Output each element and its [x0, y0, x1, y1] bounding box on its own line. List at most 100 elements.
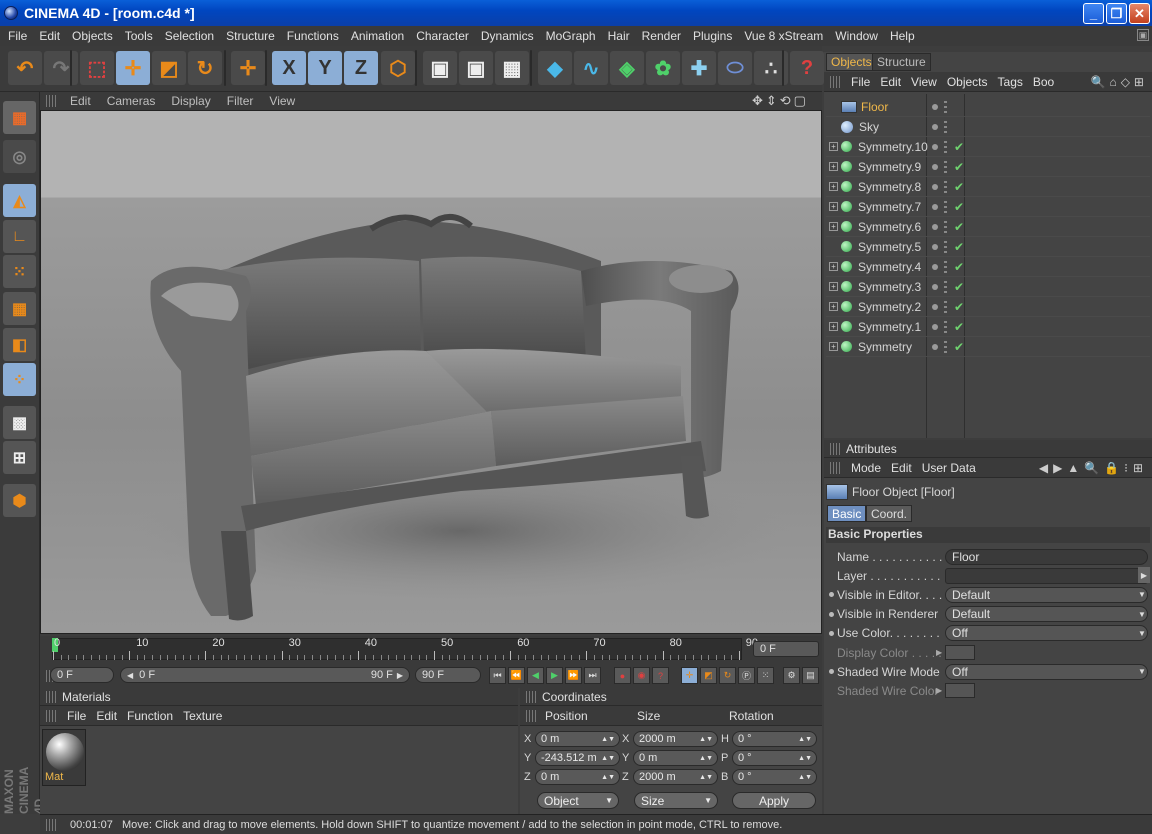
editor-visibility-dot[interactable]	[932, 203, 938, 210]
render-visibility-dot[interactable]	[944, 220, 947, 233]
help-icon[interactable]: ?	[790, 51, 824, 85]
render-settings-icon[interactable]: ▦	[495, 51, 529, 85]
expand-toggle-icon[interactable]: +	[829, 342, 838, 351]
world-coordinates-icon[interactable]: ⬡	[381, 51, 415, 85]
position-x-field[interactable]: 0 m ▲▼	[535, 731, 620, 747]
render-visibility-dot[interactable]	[944, 320, 947, 333]
key-rotation-button[interactable]: ↻	[719, 667, 736, 684]
color-swatch[interactable]	[945, 683, 975, 699]
x-axis-icon[interactable]: X	[272, 51, 306, 85]
object-row-sky[interactable]: Sky	[826, 117, 1150, 137]
enabled-check-icon[interactable]: ✔	[954, 340, 964, 354]
tab-basic[interactable]: Basic	[827, 505, 867, 522]
go-start-button[interactable]: ⏮	[489, 667, 506, 684]
objects-menu-boo[interactable]: Boo	[1028, 75, 1059, 89]
size-x-field[interactable]: 2000 m ▲▼	[633, 731, 718, 747]
menu-selection[interactable]: Selection	[159, 29, 220, 43]
size-mode-dropdown[interactable]: Size ▼	[634, 792, 718, 809]
object-row-symmetry-9[interactable]: + Symmetry.9 ✔	[826, 157, 1150, 177]
apply-button[interactable]: Apply	[732, 792, 816, 809]
attributes-menu-mode[interactable]: Mode	[846, 461, 886, 475]
expand-toggle-icon[interactable]: +	[829, 202, 838, 211]
materials-menu-edit[interactable]: Edit	[91, 709, 122, 723]
editor-visibility-dot[interactable]	[932, 343, 938, 350]
enabled-check-icon[interactable]: ✔	[954, 180, 964, 194]
enabled-check-icon[interactable]: ✔	[954, 320, 964, 334]
object-row-symmetry-3[interactable]: + Symmetry.3 ✔	[826, 277, 1150, 297]
color-swatch[interactable]	[945, 645, 975, 660]
menu-render[interactable]: Render	[636, 29, 687, 43]
enabled-check-icon[interactable]: ✔	[954, 140, 964, 154]
objects-toolbar-icons[interactable]: 🔍⌂◇⊞	[1091, 75, 1148, 89]
expand-toggle-icon[interactable]: +	[829, 262, 838, 271]
editor-visibility-dot[interactable]	[932, 303, 938, 310]
object-row-symmetry-10[interactable]: + Symmetry.10 ✔	[826, 137, 1150, 157]
materials-menu-file[interactable]: File	[62, 709, 91, 723]
key-param-button[interactable]: Ⓟ	[738, 667, 755, 684]
model-mode-icon[interactable]: ◭	[3, 184, 36, 217]
materials-menu-function[interactable]: Function	[122, 709, 178, 723]
rotation-h-field[interactable]: 0 ° ▲▼	[732, 731, 817, 747]
stepper-icon[interactable]: ▲▼	[601, 755, 615, 762]
editor-visibility-dot[interactable]	[932, 263, 938, 270]
stepper-icon[interactable]: ▲▼	[798, 755, 812, 762]
attributes-menu-user-data[interactable]: User Data	[917, 461, 981, 475]
menu-objects[interactable]: Objects	[66, 29, 119, 43]
timeline-window-button[interactable]: ▤	[802, 667, 819, 684]
attr-value[interactable]: Default	[945, 606, 1148, 623]
viewport-menu-filter[interactable]: Filter	[219, 94, 262, 108]
stepper-icon[interactable]: ▲▼	[699, 774, 713, 781]
render-visibility-dot[interactable]	[944, 160, 947, 173]
enabled-check-icon[interactable]: ✔	[954, 260, 964, 274]
render-visibility-dot[interactable]	[944, 260, 947, 273]
viewport-menu-cameras[interactable]: Cameras	[99, 94, 164, 108]
attr-value[interactable]	[945, 567, 1148, 584]
play-reverse-button[interactable]: ◀	[527, 667, 544, 684]
go-end-button[interactable]: ⏭	[584, 667, 601, 684]
y-axis-icon[interactable]: Y	[308, 51, 342, 85]
array-icon[interactable]: ✿	[646, 51, 680, 85]
record-button[interactable]: ●	[614, 667, 631, 684]
objects-menu-edit[interactable]: Edit	[875, 75, 906, 89]
object-axis-icon[interactable]: ∟	[3, 220, 36, 253]
object-row-symmetry-4[interactable]: + Symmetry.4 ✔	[826, 257, 1150, 277]
menu-edit[interactable]: Edit	[33, 29, 66, 43]
expand-arrow-icon[interactable]: ▶	[936, 648, 942, 657]
render-picture-viewer-icon[interactable]: ▣	[459, 51, 493, 85]
prev-key-button[interactable]: ⏪	[508, 667, 525, 684]
timeline-settings-button[interactable]: ⚙	[783, 667, 800, 684]
object-row-symmetry[interactable]: + Symmetry ✔	[826, 337, 1150, 357]
render-visibility-dot[interactable]	[944, 280, 947, 293]
maximize-button[interactable]: ❐	[1106, 3, 1127, 24]
editor-visibility-dot[interactable]	[932, 183, 938, 190]
menu-vue-8-xstream[interactable]: Vue 8 xStream	[738, 29, 829, 43]
key-scale-button[interactable]: ◩	[700, 667, 717, 684]
editor-visibility-dot[interactable]	[932, 243, 938, 250]
scale-icon[interactable]: ◩	[152, 51, 186, 85]
attr-value[interactable]: Off	[945, 663, 1148, 680]
deformer-icon[interactable]: ✚	[682, 51, 716, 85]
autokey-button[interactable]: ◉	[633, 667, 650, 684]
expand-toggle-icon[interactable]: +	[829, 322, 838, 331]
render-view-icon[interactable]: ▣	[423, 51, 457, 85]
object-row-symmetry-8[interactable]: + Symmetry.8 ✔	[826, 177, 1150, 197]
key-pla-button[interactable]: ⁙	[757, 667, 774, 684]
visibility-dots[interactable]	[932, 100, 962, 113]
attr-value[interactable]: Off	[945, 625, 1148, 642]
expand-toggle-icon[interactable]: +	[829, 302, 838, 311]
live-select-icon[interactable]: ✛	[231, 51, 265, 85]
rotate-icon[interactable]: ↻	[188, 51, 222, 85]
rectangle-select-icon[interactable]: ⬚	[80, 51, 114, 85]
start-frame-field[interactable]: 0 F	[50, 667, 114, 683]
object-row-symmetry-5[interactable]: Symmetry.5 ✔	[826, 237, 1150, 257]
objects-menu-objects[interactable]: Objects	[942, 75, 993, 89]
editor-visibility-dot[interactable]	[932, 143, 938, 150]
sculpt-icon[interactable]: ⬢	[3, 484, 36, 517]
viewport-menu-view[interactable]: View	[261, 94, 303, 108]
menu-functions[interactable]: Functions	[281, 29, 345, 43]
keyframe-bullet-icon[interactable]	[829, 630, 834, 636]
render-visibility-dot[interactable]	[944, 300, 947, 313]
tab-objects[interactable]: Objects	[826, 53, 877, 71]
enabled-check-icon[interactable]: ✔	[954, 300, 964, 314]
enabled-check-icon[interactable]: ✔	[954, 280, 964, 294]
